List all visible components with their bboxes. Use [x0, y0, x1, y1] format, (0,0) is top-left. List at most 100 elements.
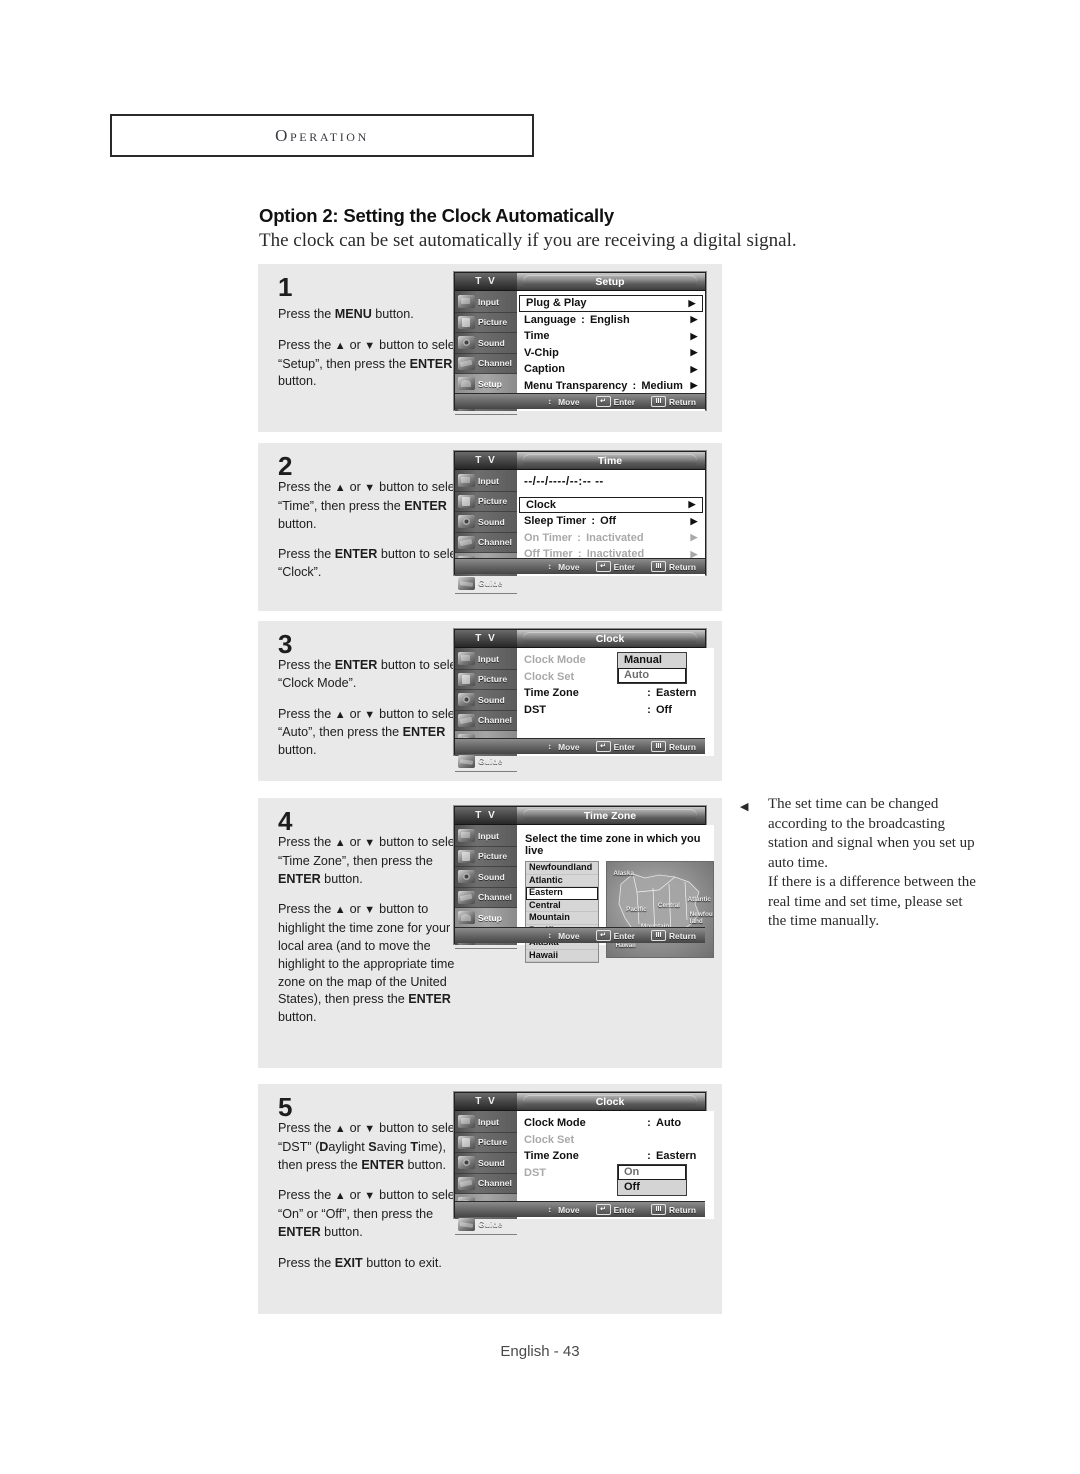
osd-row-label: Clock Set — [524, 670, 575, 683]
timezone-option[interactable]: Hawaii — [526, 950, 598, 962]
row-arrow-icon: ▶ — [690, 363, 698, 374]
osd-footer-label: Return — [669, 561, 696, 572]
enter-icon: ↵ — [595, 930, 611, 941]
osd-sidebar-item-guide[interactable]: Guide — [455, 574, 517, 594]
osd-sidebar-label: Guide — [478, 1219, 503, 1230]
osd-sidebar-item-input[interactable]: Input — [455, 1112, 517, 1133]
osd-sidebar-item-sound[interactable]: Sound — [455, 690, 517, 711]
osd-row-label: Plug & Play — [526, 297, 587, 310]
input-icon — [458, 295, 475, 309]
osd-sidebar-item-channel[interactable]: Channel — [455, 711, 517, 731]
osd-footer-return[interactable]: III Return — [651, 396, 696, 407]
step-paragraph: Press the EXIT button to exit. — [278, 1255, 442, 1270]
osd-row[interactable]: Clock ▶ — [519, 496, 703, 513]
tv-osd-screen-2[interactable]: T V Time Input Picture Sound Channel Set… — [454, 451, 706, 594]
osd-sidebar-item-setup[interactable]: Setup — [455, 908, 517, 929]
osd-menu-title: Clock — [523, 1095, 697, 1108]
osd-row[interactable]: Time Zone : Eastern — [517, 1148, 714, 1165]
osd-row[interactable]: V-Chip ▶ — [517, 345, 705, 362]
timezone-map[interactable]: Alaska Pacific Central Atlantic Newfound-lan… — [606, 861, 714, 958]
osd-row[interactable]: Menu Transparency : Medium ▶ — [517, 378, 705, 395]
return-icon: III — [651, 396, 666, 407]
osd-dropdown-option[interactable]: Auto — [618, 668, 686, 683]
osd-sidebar-item-channel[interactable]: Channel — [455, 1174, 517, 1194]
osd-sidebar-item-picture[interactable]: Picture — [455, 670, 517, 690]
osd-row-separator: : — [647, 703, 651, 716]
osd-footer-return[interactable]: III Return — [651, 930, 696, 941]
osd-dropdown[interactable]: Manual Auto — [617, 652, 687, 684]
timezone-option[interactable]: Mountain — [526, 912, 598, 925]
step-paragraph: Press the MENU button. — [278, 307, 414, 321]
osd-sidebar-item-channel[interactable]: Channel — [455, 354, 517, 374]
osd-sidebar-item-guide[interactable]: Guide — [455, 1215, 517, 1235]
osd-footer-move[interactable]: ↕ Move — [544, 931, 580, 941]
tv-osd-screen-4[interactable]: T V Time Zone Input Picture Sound Channe… — [454, 806, 714, 963]
osd-sidebar-item-sound[interactable]: Sound — [455, 512, 517, 533]
osd-dropdown-option[interactable]: Off — [618, 1180, 686, 1195]
osd-footer-enter[interactable]: ↵ Enter — [595, 561, 635, 572]
osd-row[interactable]: Time ▶ — [517, 328, 705, 345]
timezone-list[interactable]: Newfoundland Atlantic Eastern Central Mounta… — [525, 861, 599, 963]
osd-footer-enter[interactable]: ↵ Enter — [595, 741, 635, 752]
osd-row-label: Time Zone — [524, 1150, 579, 1163]
map-label: Central — [657, 901, 680, 909]
osd-dropdown-option[interactable]: Manual — [618, 653, 686, 668]
osd-footer-return[interactable]: III Return — [651, 1204, 696, 1215]
osd-footer-enter[interactable]: ↵ Enter — [595, 396, 635, 407]
osd-sidebar-label: Setup — [478, 378, 502, 389]
osd-footer-bar: ↕ Move ↵ Enter III Return — [455, 558, 705, 574]
osd-row[interactable]: Clock Mode : Auto — [517, 1115, 714, 1132]
timezone-option[interactable]: Central — [526, 900, 598, 912]
osd-sidebar-item-input[interactable]: Input — [455, 649, 517, 670]
move-icon: ↕ — [547, 742, 552, 751]
timezone-option[interactable]: Eastern — [526, 887, 598, 900]
row-arrow-icon: ▶ — [690, 515, 698, 526]
osd-footer-label: Move — [558, 741, 580, 752]
timezone-option[interactable]: Atlantic — [526, 875, 598, 887]
step-paragraph: Press the ▲ or ▼ button to select “Auto”… — [278, 706, 465, 758]
osd-footer-enter[interactable]: ↵ Enter — [595, 1204, 635, 1215]
osd-row[interactable]: Plug & Play ▶ — [519, 295, 703, 312]
osd-row[interactable]: On Timer : Inactivated ▶ — [517, 530, 705, 547]
osd-sidebar-item-channel[interactable]: Channel — [455, 533, 517, 553]
osd-sidebar-label: Sound — [478, 871, 505, 882]
osd-footer-return[interactable]: III Return — [651, 561, 696, 572]
osd-footer-return[interactable]: III Return — [651, 741, 696, 752]
osd-row[interactable]: Caption ▶ — [517, 361, 705, 378]
osd-sidebar-item-input[interactable]: Input — [455, 471, 517, 492]
tv-osd-screen-1[interactable]: T V Setup Input Picture Sound Channel Se… — [454, 272, 706, 415]
osd-row[interactable]: Time Zone : Eastern — [517, 685, 714, 702]
timezone-option[interactable]: Newfoundland — [526, 862, 598, 875]
osd-row-label: Clock Set — [524, 1133, 575, 1146]
osd-row-separator: : — [577, 531, 581, 544]
osd-footer-enter[interactable]: ↵ Enter — [595, 930, 635, 941]
osd-sidebar-item-picture[interactable]: Picture — [455, 492, 517, 512]
osd-sidebar-item-guide[interactable]: Guide — [455, 752, 517, 772]
tv-osd-screen-5[interactable]: T V Clock Input Picture Sound Channel Se… — [454, 1092, 715, 1235]
osd-row[interactable]: Language : English ▶ — [517, 312, 705, 329]
osd-row[interactable]: Clock Set — [517, 1132, 714, 1149]
osd-row[interactable]: Sleep Timer : Off ▶ — [517, 513, 705, 530]
osd-footer-move[interactable]: ↕ Move — [544, 562, 580, 572]
osd-row[interactable]: DST : Off — [517, 702, 714, 719]
osd-sidebar-item-picture[interactable]: Picture — [455, 1133, 517, 1153]
osd-footer-move[interactable]: ↕ Move — [544, 397, 580, 407]
osd-dropdown-option[interactable]: On — [618, 1165, 686, 1180]
channel-icon — [458, 890, 475, 904]
osd-sidebar-item-sound[interactable]: Sound — [455, 333, 517, 354]
osd-sidebar-item-picture[interactable]: Picture — [455, 847, 517, 867]
osd-footer-move[interactable]: ↕ Move — [544, 1205, 580, 1215]
osd-sidebar-item-input[interactable]: Input — [455, 292, 517, 313]
osd-dropdown[interactable]: On Off — [617, 1164, 687, 1196]
step-panel-2: 2 Press the ▲ or ▼ button to select “Tim… — [258, 443, 722, 611]
osd-tv-tag: T V — [455, 452, 517, 469]
osd-sidebar-item-picture[interactable]: Picture — [455, 313, 517, 333]
osd-sidebar-item-setup[interactable]: Setup — [455, 374, 517, 395]
osd-sidebar-item-channel[interactable]: Channel — [455, 888, 517, 908]
osd-footer-move[interactable]: ↕ Move — [544, 741, 580, 752]
osd-clock-readout-value: --/--/----/--:-- -- — [524, 476, 604, 489]
tv-osd-screen-3[interactable]: T V Clock Input Picture Sound Channel Se… — [454, 629, 715, 772]
osd-sidebar-item-sound[interactable]: Sound — [455, 1153, 517, 1174]
osd-sidebar-item-input[interactable]: Input — [455, 826, 517, 847]
osd-sidebar-item-sound[interactable]: Sound — [455, 867, 517, 888]
